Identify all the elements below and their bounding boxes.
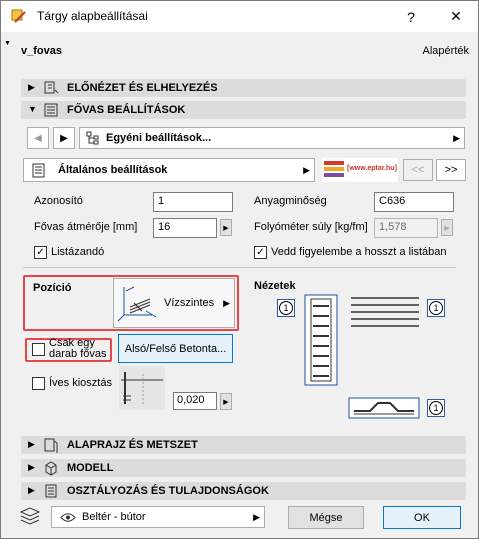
dropdown-arrow-icon: ▶ bbox=[253, 512, 260, 522]
model-cube-icon bbox=[45, 461, 57, 476]
dropdown-arrow-icon: ▶ bbox=[303, 165, 310, 175]
window-title: Tárgy alapbeállításai bbox=[37, 9, 148, 23]
section-label: OSZTÁLYOZÁS ÉS TULAJDONSÁGOK bbox=[67, 485, 269, 497]
next-button[interactable]: ▶ bbox=[53, 127, 75, 149]
horizontal-rebar-icon bbox=[117, 286, 157, 322]
default-label: Alapérték bbox=[422, 45, 469, 57]
eptar-logo: [www.eptar.hu] bbox=[322, 158, 398, 182]
dialog-window: Tárgy alapbeállításai ? ✕ ▼ v_fovas Alap… bbox=[0, 0, 479, 539]
weight-stepper: ▶ bbox=[441, 219, 453, 236]
expand-arrow-icon: ▶ bbox=[28, 82, 35, 92]
section-floorplan[interactable]: ▶ ALAPRAJZ ÉS METSZET bbox=[21, 436, 466, 454]
rebar-plan-icon bbox=[351, 297, 419, 327]
weight-label: Folyóméter súly [kg/fm] bbox=[254, 221, 368, 233]
settings-panel-icon bbox=[44, 103, 58, 117]
position-dropdown[interactable]: Vízszintes ▶ bbox=[113, 278, 235, 328]
listable-checkbox[interactable]: ✓ bbox=[34, 246, 47, 259]
id-input[interactable]: 1 bbox=[153, 192, 233, 212]
layers-icon bbox=[19, 507, 41, 525]
view-badge-top[interactable]: 1 bbox=[277, 299, 295, 317]
floorplan-icon bbox=[44, 438, 58, 453]
section-label: ELŐNÉZET ÉS ELHELYEZÉS bbox=[67, 82, 218, 94]
tree-icon bbox=[86, 131, 99, 145]
section-label: FŐVAS BEÁLLÍTÁSOK bbox=[67, 104, 186, 116]
general-settings-dropdown[interactable]: Általános beállítások ▶ bbox=[23, 158, 315, 182]
preview-icon bbox=[44, 81, 59, 94]
help-button[interactable]: ? bbox=[388, 1, 434, 32]
curved-checkbox[interactable] bbox=[32, 377, 45, 390]
dropdown-arrow-icon: ▶ bbox=[223, 298, 230, 308]
prev-page-button[interactable]: << bbox=[403, 159, 433, 181]
curved-value-input[interactable]: 0,020 bbox=[173, 392, 217, 410]
id-label: Azonosító bbox=[34, 195, 83, 207]
rebar-elevation-icon bbox=[348, 397, 420, 419]
badge-number: 1 bbox=[279, 301, 293, 315]
listable-label: Listázandó bbox=[51, 246, 105, 258]
expand-arrow-icon: ▶ bbox=[28, 462, 35, 472]
custom-settings-dropdown[interactable]: Egyéni beállítások... ▶ bbox=[79, 127, 465, 149]
material-input[interactable]: C636 bbox=[374, 192, 454, 212]
badge-number: 1 bbox=[429, 301, 443, 315]
position-label: Pozíció bbox=[33, 282, 72, 294]
divider bbox=[23, 267, 456, 268]
diameter-input[interactable]: 16 bbox=[153, 218, 217, 238]
view-badge-right[interactable]: 1 bbox=[427, 299, 445, 317]
app-icon bbox=[11, 9, 26, 23]
weight-input: 1,578 bbox=[374, 218, 438, 238]
expand-arrow-icon: ▶ bbox=[28, 439, 35, 449]
section-model[interactable]: ▶ MODELL bbox=[21, 459, 466, 477]
badge-number: 1 bbox=[429, 401, 443, 415]
dropdown-arrow-icon: ▶ bbox=[453, 133, 460, 143]
ok-button[interactable]: OK bbox=[383, 506, 461, 529]
collapse-marker-icon: ▼ bbox=[4, 40, 11, 47]
logo-text: [www.eptar.hu] bbox=[347, 165, 397, 172]
collapse-arrow-icon: ▼ bbox=[28, 104, 37, 114]
document-icon bbox=[45, 484, 57, 498]
view-badge-bottom[interactable]: 1 bbox=[427, 399, 445, 417]
diameter-label: Fővas átmérője [mm] bbox=[34, 221, 138, 233]
section-classification[interactable]: ▶ OSZTÁLYOZÁS ÉS TULAJDONSÁGOK bbox=[21, 482, 466, 500]
layer-button[interactable]: Alsó/Felső Betonta... bbox=[118, 334, 233, 363]
rebar-section-icon bbox=[304, 294, 338, 386]
section-label: ALAPRAJZ ÉS METSZET bbox=[67, 439, 198, 451]
section-label: MODELL bbox=[67, 462, 114, 474]
curved-preview bbox=[119, 366, 165, 410]
eye-icon bbox=[60, 513, 76, 522]
section-rebar-settings[interactable]: ▼ FŐVAS BEÁLLÍTÁSOK bbox=[21, 101, 466, 119]
section-preview[interactable]: ▶ ELŐNÉZET ÉS ELHELYEZÉS bbox=[21, 79, 466, 97]
position-value: Vízszintes bbox=[164, 297, 215, 309]
close-button[interactable]: ✕ bbox=[433, 1, 479, 32]
length-checkbox[interactable]: ✓ bbox=[254, 246, 267, 259]
single-rebar-label: Csak egy darab fővas bbox=[49, 338, 107, 360]
diameter-stepper[interactable]: ▶ bbox=[220, 219, 232, 236]
cancel-button[interactable]: Mégse bbox=[288, 506, 364, 529]
title-bar: Tárgy alapbeállításai ? ✕ bbox=[1, 1, 478, 32]
views-label: Nézetek bbox=[254, 280, 296, 292]
material-label: Anyagminőség bbox=[254, 195, 327, 207]
dropdown-label: Általános beállítások bbox=[58, 164, 168, 176]
expand-arrow-icon: ▶ bbox=[28, 485, 35, 495]
curved-stepper[interactable]: ▶ bbox=[220, 393, 232, 410]
prev-button[interactable]: ◀ bbox=[27, 127, 49, 149]
list-icon bbox=[32, 163, 45, 178]
layer-dropdown[interactable]: Beltér - bútor ▶ bbox=[51, 506, 265, 528]
curved-spacing-icon bbox=[121, 372, 163, 406]
object-name: v_fovas bbox=[21, 45, 62, 57]
length-label: Vedd figyelembe a hosszt a listában bbox=[271, 246, 447, 258]
single-rebar-checkbox[interactable] bbox=[32, 343, 45, 356]
curved-label: Íves kiosztás bbox=[49, 377, 112, 389]
layer-value: Beltér - bútor bbox=[82, 511, 146, 523]
next-page-button[interactable]: >> bbox=[436, 159, 466, 181]
dropdown-label: Egyéni beállítások... bbox=[106, 132, 212, 144]
